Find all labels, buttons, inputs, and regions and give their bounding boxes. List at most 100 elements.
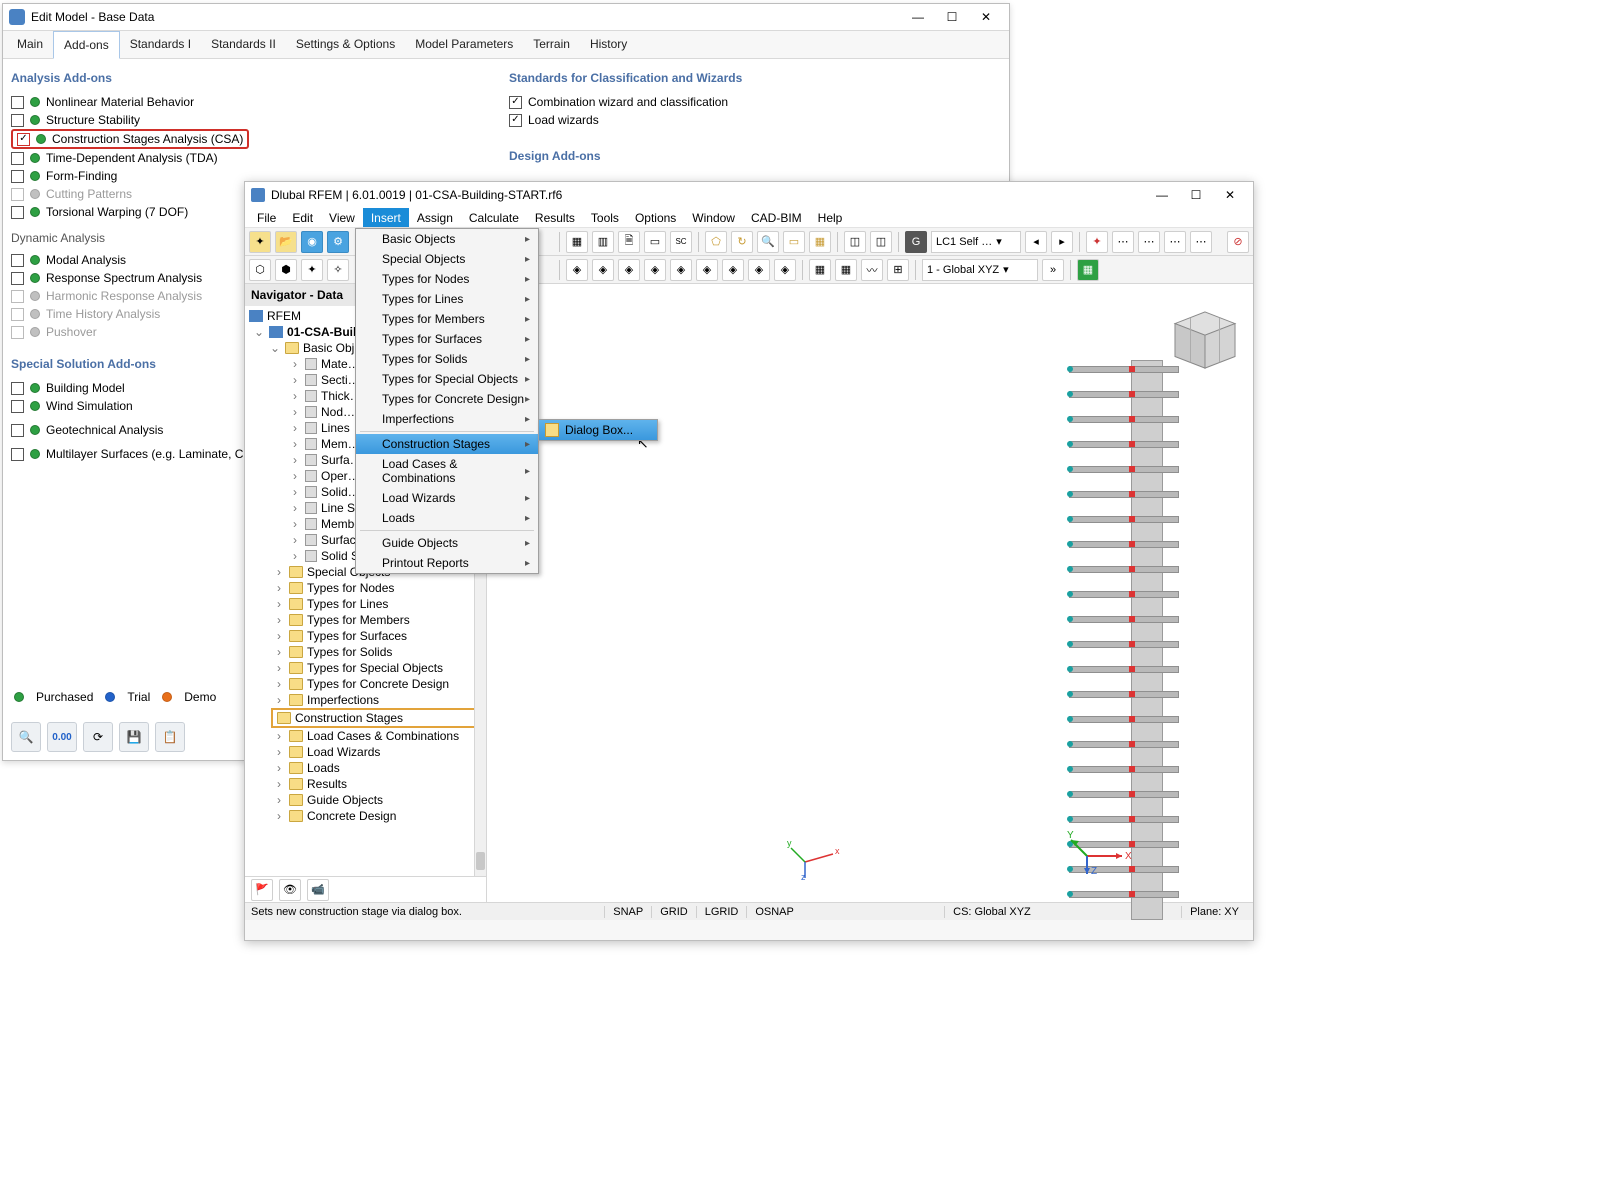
tree-folder[interactable]: ›Types for Special Objects [245, 660, 486, 676]
tool-icon[interactable]: ▦ [809, 231, 831, 253]
refresh-button[interactable]: ⟳ [83, 722, 113, 752]
tool-icon[interactable]: ⋯ [1190, 231, 1212, 253]
dropdown-item[interactable]: Types for Special Objects▸ [356, 369, 538, 389]
tool-icon[interactable]: ⊞ [887, 259, 909, 281]
tool-icon[interactable]: ▦ [835, 259, 857, 281]
menu-options[interactable]: Options [627, 208, 684, 227]
tool-icon[interactable]: ▭ [783, 231, 805, 253]
tool-icon[interactable]: 〰 [861, 259, 883, 281]
dropdown-item[interactable]: Guide Objects▸ [356, 533, 538, 553]
dropdown-item[interactable]: Load Cases & Combinations▸ [356, 454, 538, 488]
tool-icon[interactable]: ◫ [844, 231, 866, 253]
menu-calculate[interactable]: Calculate [461, 208, 527, 227]
tree-folder[interactable]: ›Types for Solids [245, 644, 486, 660]
menu-cad-bim[interactable]: CAD-BIM [743, 208, 810, 227]
opt-nonlinear[interactable]: Nonlinear Material Behavior [11, 93, 503, 111]
tool-icon[interactable]: ◉ [301, 231, 323, 253]
dropdown-item[interactable]: Printout Reports▸ [356, 553, 538, 573]
tree-construction-stages[interactable]: Construction Stages [271, 708, 486, 728]
menu-results[interactable]: Results [527, 208, 583, 227]
tree-folder[interactable]: ›Types for Nodes [245, 580, 486, 596]
loadcase-combo[interactable]: LC1 Self …▾ [931, 231, 1021, 253]
tool-icon[interactable]: SC [670, 231, 692, 253]
submenu-dialog-box[interactable]: Dialog Box... [539, 420, 657, 440]
menu-insert[interactable]: Insert [363, 208, 409, 227]
tool-icon[interactable]: ▦ [809, 259, 831, 281]
tab-terrain[interactable]: Terrain [523, 31, 580, 58]
tree-folder[interactable]: ›Types for Surfaces [245, 628, 486, 644]
tool-icon[interactable]: ↻ [731, 231, 753, 253]
copy-button[interactable]: 📋 [155, 722, 185, 752]
tool-icon[interactable]: » [1042, 259, 1064, 281]
tool-icon[interactable]: ⬡ [249, 259, 271, 281]
view-cube[interactable] [1171, 310, 1239, 372]
tab-settings[interactable]: Settings & Options [286, 31, 405, 58]
nav-btn[interactable]: 🚩 [251, 879, 273, 901]
tool-icon[interactable]: ⬠ [705, 231, 727, 253]
maximize-button[interactable]: ☐ [935, 6, 969, 28]
tree-folder[interactable]: ›Load Cases & Combinations [245, 728, 486, 744]
menu-view[interactable]: View [321, 208, 363, 227]
minimize-button[interactable]: — [901, 6, 935, 28]
menu-file[interactable]: File [249, 208, 284, 227]
tool-icon[interactable]: ◈ [670, 259, 692, 281]
menu-assign[interactable]: Assign [409, 208, 461, 227]
dropdown-item[interactable]: Imperfections▸ [356, 409, 538, 429]
tool-icon[interactable]: ▥ [592, 231, 614, 253]
tab-main[interactable]: Main [7, 31, 53, 58]
tree-folder[interactable]: ›Guide Objects [245, 792, 486, 808]
tree-folder[interactable]: ›Imperfections [245, 692, 486, 708]
tree-folder[interactable]: ›Load Wizards [245, 744, 486, 760]
tree-folder[interactable]: ›Concrete Design [245, 808, 486, 824]
view-combo[interactable]: 1 - Global XYZ▾ [922, 259, 1038, 281]
3d-viewport[interactable]: X Y Z x y z [487, 284, 1253, 902]
tree-folder[interactable]: ›Types for Members [245, 612, 486, 628]
open-icon[interactable]: 📂 [275, 231, 297, 253]
app-maximize-button[interactable]: ☐ [1179, 184, 1213, 206]
app-close-button[interactable]: ✕ [1213, 184, 1247, 206]
status-osnap[interactable]: OSNAP [746, 906, 802, 918]
tool-icon[interactable]: ◈ [644, 259, 666, 281]
nav-btn[interactable]: 👁 [279, 879, 301, 901]
dropdown-item[interactable]: Types for Surfaces▸ [356, 329, 538, 349]
dropdown-item[interactable]: Types for Lines▸ [356, 289, 538, 309]
tab-model-params[interactable]: Model Parameters [405, 31, 523, 58]
tool-icon[interactable]: ◈ [566, 259, 588, 281]
opt-tda[interactable]: Time-Dependent Analysis (TDA) [11, 149, 503, 167]
app-minimize-button[interactable]: — [1145, 184, 1179, 206]
dropdown-item[interactable]: Basic Objects▸ [356, 229, 538, 249]
dropdown-item[interactable]: Types for Nodes▸ [356, 269, 538, 289]
tree-folder[interactable]: ›Types for Concrete Design [245, 676, 486, 692]
close-button[interactable]: ✕ [969, 6, 1003, 28]
tool-icon[interactable]: ◈ [696, 259, 718, 281]
tool-icon[interactable]: 🗎 [618, 231, 640, 253]
save-button[interactable]: 💾 [119, 722, 149, 752]
tool-icon[interactable]: ◫ [870, 231, 892, 253]
tool-icon[interactable]: ▦ [566, 231, 588, 253]
g-button[interactable]: G [905, 231, 927, 253]
help-button[interactable]: 🔍 [11, 722, 41, 752]
tool-icon[interactable]: ◈ [748, 259, 770, 281]
tree-folder[interactable]: ›Loads [245, 760, 486, 776]
nav-btn[interactable]: 📹 [307, 879, 329, 901]
status-snap[interactable]: SNAP [604, 906, 651, 918]
menu-help[interactable]: Help [810, 208, 851, 227]
tool-icon[interactable]: ◈ [592, 259, 614, 281]
menu-tools[interactable]: Tools [583, 208, 627, 227]
tree-folder[interactable]: ›Types for Lines [245, 596, 486, 612]
dropdown-item[interactable]: Load Wizards▸ [356, 488, 538, 508]
units-button[interactable]: 0.00 [47, 722, 77, 752]
tool-icon[interactable]: ▭ [644, 231, 666, 253]
dropdown-item[interactable]: Types for Concrete Design▸ [356, 389, 538, 409]
tool-icon[interactable]: ⋯ [1138, 231, 1160, 253]
opt-combination-wizard[interactable]: ✓Combination wizard and classification [509, 93, 1001, 111]
tool-icon[interactable]: ◈ [618, 259, 640, 281]
status-grid[interactable]: GRID [651, 906, 696, 918]
opt-load-wizards[interactable]: ✓Load wizards [509, 111, 1001, 129]
tool-icon[interactable]: ✦ [1086, 231, 1108, 253]
tab-standards-1[interactable]: Standards I [120, 31, 201, 58]
tool-icon[interactable]: ⚙ [327, 231, 349, 253]
tool-icon[interactable]: ✧ [327, 259, 349, 281]
next-button[interactable]: ▸ [1051, 231, 1073, 253]
tool-icon[interactable]: 🔍 [757, 231, 779, 253]
